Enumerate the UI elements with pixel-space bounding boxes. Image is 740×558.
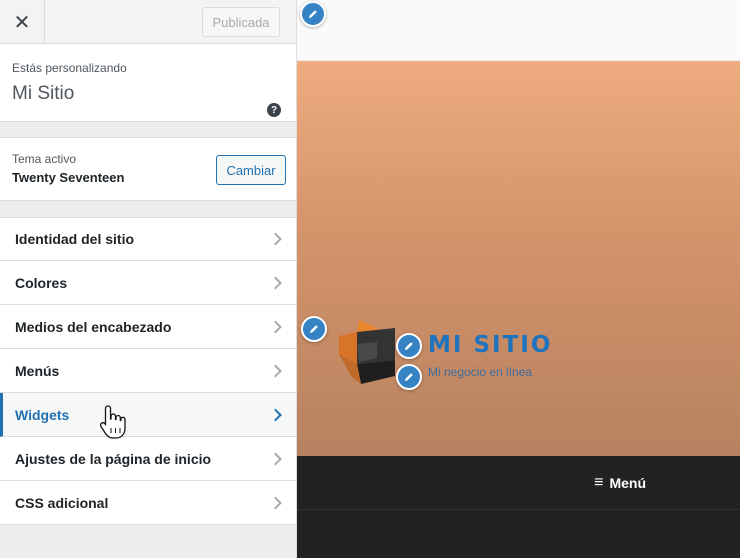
- section-label: Menús: [15, 362, 60, 379]
- section-widgets[interactable]: Widgets: [0, 393, 296, 437]
- section-additional-css[interactable]: CSS adicional: [0, 481, 296, 525]
- customizer-header: ✕ Publicada: [0, 0, 296, 44]
- section-label: Identidad del sitio: [15, 231, 135, 247]
- customizer-sidebar: ✕ Publicada Estás personalizando Mi Siti…: [0, 0, 297, 558]
- active-theme-panel: Tema activo Twenty Seventeen Cambiar: [0, 137, 296, 201]
- section-label: Widgets: [15, 406, 70, 423]
- change-theme-button[interactable]: Cambiar: [216, 155, 286, 185]
- edit-shortcut-pencil-icon[interactable]: [396, 364, 422, 390]
- site-title[interactable]: MI SITIO: [428, 332, 552, 358]
- section-site-identity[interactable]: Identidad del sitio: [0, 217, 296, 261]
- publish-button[interactable]: Publicada: [202, 7, 280, 37]
- section-label: Medios del encabezado: [15, 318, 172, 335]
- preview-top-area: [297, 0, 740, 61]
- chevron-right-icon: [269, 320, 282, 333]
- section-menus[interactable]: Menús: [0, 349, 296, 393]
- content-area: [297, 510, 740, 558]
- navigation-bar: ≡ Menú: [297, 456, 740, 510]
- help-icon[interactable]: ?: [267, 103, 281, 117]
- site-description: Mi negocio en línea: [428, 365, 533, 379]
- section-label: Ajustes de la página de inicio: [15, 450, 212, 467]
- customizing-label: Estás personalizando: [12, 61, 127, 75]
- section-colors[interactable]: Colores: [0, 261, 296, 305]
- chevron-right-icon: [269, 452, 282, 465]
- section-header-media[interactable]: Medios del encabezado: [0, 305, 296, 349]
- edit-shortcut-pencil-icon[interactable]: [396, 333, 422, 359]
- section-label: CSS adicional: [15, 494, 109, 511]
- chevron-right-icon: [269, 408, 282, 421]
- chevron-right-icon: [269, 276, 282, 289]
- site-logo: [339, 320, 395, 384]
- chevron-right-icon: [269, 232, 282, 246]
- close-customizer-button[interactable]: ✕: [0, 0, 45, 44]
- site-name: Mi Sitio: [12, 83, 75, 104]
- menu-toggle-button[interactable]: ≡ Menú: [594, 474, 646, 492]
- customizer-sections: Identidad del sitio Colores Medios del e…: [0, 217, 296, 525]
- hamburger-icon: ≡: [594, 474, 604, 491]
- header-media: [297, 61, 740, 456]
- section-homepage-settings[interactable]: Ajustes de la página de inicio: [0, 437, 296, 481]
- section-label: Colores: [15, 274, 68, 291]
- edit-shortcut-pencil-icon[interactable]: [300, 1, 326, 27]
- close-icon: ✕: [13, 11, 31, 34]
- customizing-info: Estás personalizando Mi Sitio ?: [0, 44, 296, 122]
- menu-label: Menú: [609, 475, 646, 491]
- site-preview: MI SITIO Mi negocio en línea ≡ Menú: [297, 0, 740, 558]
- chevron-right-icon: [269, 364, 282, 377]
- edit-shortcut-pencil-icon[interactable]: [301, 316, 327, 342]
- chevron-right-icon: [269, 496, 282, 509]
